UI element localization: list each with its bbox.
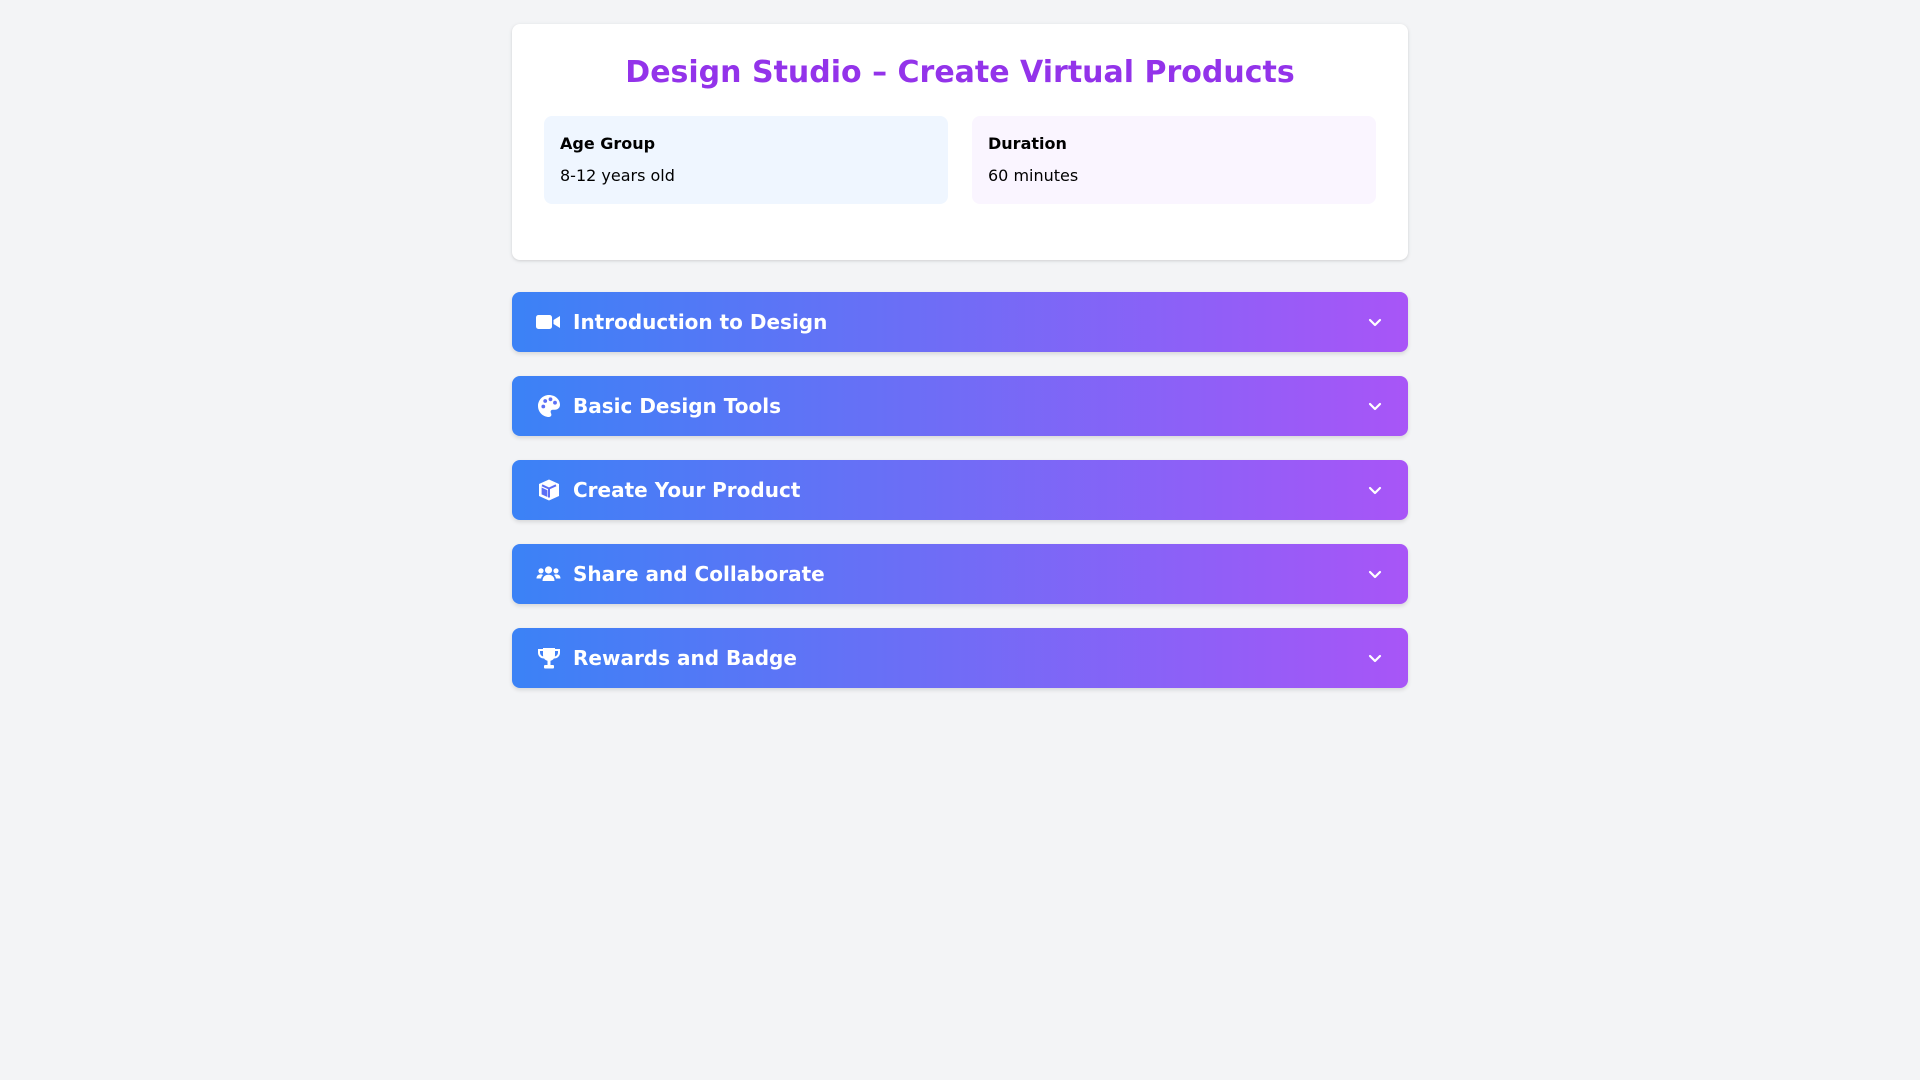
chevron-down-icon — [1368, 318, 1382, 327]
section-title: Rewards and Badge — [573, 646, 797, 670]
section-rewards-and-badge[interactable]: Rewards and Badge — [512, 628, 1408, 688]
section-introduction-to-design[interactable]: Introduction to Design — [512, 292, 1408, 352]
section-create-your-product[interactable]: Create Your Product — [512, 460, 1408, 520]
chevron-down-icon — [1368, 402, 1382, 411]
chevron-down-icon — [1368, 570, 1382, 579]
chevron-down-icon — [1368, 486, 1382, 495]
palette-icon — [536, 394, 561, 419]
info-grid: Age Group 8-12 years old Duration 60 min… — [544, 116, 1376, 204]
chevron-down-icon — [1368, 654, 1382, 663]
users-icon — [536, 562, 561, 587]
duration-value: 60 minutes — [988, 166, 1079, 185]
page-title: Design Studio – Create Virtual Products — [625, 55, 1295, 90]
cube-icon — [536, 478, 561, 503]
trophy-icon — [536, 646, 561, 671]
video-icon — [536, 310, 561, 335]
page-container: Design Studio – Create Virtual Products … — [512, 24, 1408, 712]
section-title: Basic Design Tools — [573, 394, 781, 418]
section-title: Introduction to Design — [573, 310, 828, 334]
age-group-label: Age Group — [560, 134, 656, 153]
section-share-and-collaborate[interactable]: Share and Collaborate — [512, 544, 1408, 604]
duration-label: Duration — [988, 134, 1067, 153]
section-basic-design-tools[interactable]: Basic Design Tools — [512, 376, 1408, 436]
section-title: Create Your Product — [573, 478, 801, 502]
duration-box: Duration 60 minutes — [972, 116, 1376, 204]
section-list: Introduction to Design Basic Design Tool… — [512, 292, 1408, 688]
course-info-card: Design Studio – Create Virtual Products … — [512, 24, 1408, 260]
section-title: Share and Collaborate — [573, 562, 825, 586]
age-group-box: Age Group 8-12 years old — [544, 116, 948, 204]
age-group-value: 8-12 years old — [560, 166, 675, 185]
